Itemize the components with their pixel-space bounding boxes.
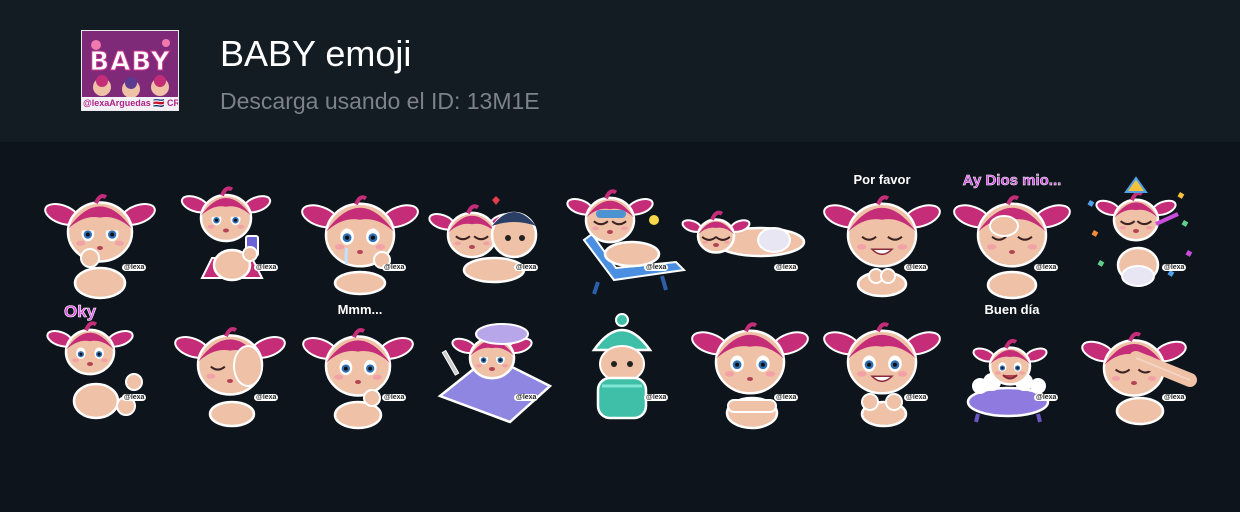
watermark-label: @lexa <box>254 394 279 401</box>
sticker-phone-tutu[interactable]: @lexa <box>172 180 292 300</box>
sticker-grin[interactable]: @lexa <box>822 310 942 430</box>
sticker-lying-down-art <box>681 210 806 258</box>
sticker-kiss-boy-art <box>428 196 538 284</box>
watermark-label: @lexa <box>904 394 929 401</box>
sticker-hand-face-art <box>174 327 286 428</box>
watermark-label: @lexa <box>774 394 799 401</box>
watermark-label: @lexa <box>644 264 669 271</box>
watermark-label: @lexa <box>1034 394 1059 401</box>
sticker-chin-thinking-art <box>44 194 156 300</box>
sticker-mmm[interactable]: Mmm... @lexa <box>300 302 420 430</box>
sticker-oky-art <box>46 321 143 420</box>
sticker-sick-bed-art <box>437 323 553 424</box>
pack-thumbnail[interactable]: BABY @lexaArguedas 🇨🇷 CR <box>81 30 179 111</box>
sticker-kiss-boy[interactable]: @lexa <box>428 180 552 300</box>
sticker-buen-dia-art <box>966 338 1050 423</box>
watermark-label: @lexa <box>254 264 279 271</box>
watermark-label: @lexa <box>382 264 407 271</box>
sticker-sick-bed[interactable]: @lexa <box>432 310 553 430</box>
thumbnail-title: BABY <box>89 47 171 78</box>
sticker-cold-winter-art <box>591 313 653 420</box>
sticker-beach-chair-art <box>566 189 687 295</box>
sticker-hand-face[interactable]: @lexa <box>172 310 292 430</box>
sticker-party-art <box>1087 176 1193 287</box>
sticker-cold-winter[interactable]: @lexa <box>562 310 682 430</box>
watermark-label: @lexa <box>514 394 539 401</box>
watermark-label: @lexa <box>382 394 407 401</box>
sticker-phone-tutu-art <box>180 186 272 282</box>
watermark-label: @lexa <box>774 264 799 271</box>
sticker-ay-dios-mio[interactable]: Ay Dios mio... @lexa <box>952 172 1072 300</box>
sticker-beach-chair[interactable]: @lexa <box>562 180 687 300</box>
sticker-arms-crossed[interactable]: @lexa <box>691 310 812 430</box>
sticker-caption: Oky <box>64 302 97 322</box>
sticker-ay-dios-mio-art <box>953 195 1071 300</box>
sticker-grin-art <box>823 322 941 428</box>
pack-id-text: Descarga usando el ID: 13M1E <box>220 88 540 114</box>
watermark-label: @lexa <box>514 264 539 271</box>
sticker-caption: Buen día <box>984 302 1040 317</box>
watermark-label: @lexa <box>1162 394 1187 401</box>
pack-title: BABY emoji <box>220 33 412 74</box>
sticker-party[interactable]: @lexa <box>1080 176 1200 300</box>
sticker-teary-eyes[interactable]: @lexa <box>300 180 420 300</box>
sticker-oky[interactable]: Oky @lexa <box>40 302 160 430</box>
sticker-arms-crossed-art <box>691 322 809 430</box>
watermark-label: @lexa <box>122 394 147 401</box>
sticker-caption: Mmm... <box>337 302 383 317</box>
watermark-label: @lexa <box>122 264 147 271</box>
sticker-mmm-art <box>302 328 414 430</box>
sticker-dab-art <box>1081 331 1197 426</box>
sticker-buen-dia[interactable]: Buen día @lexa <box>952 302 1072 430</box>
sticker-teary-eyes-art <box>301 195 419 296</box>
sticker-por-favor[interactable]: Por favor @lexa <box>822 172 942 300</box>
watermark-label: @lexa <box>1162 264 1187 271</box>
sticker-por-favor-art <box>823 195 941 298</box>
watermark-label: @lexa <box>904 264 929 271</box>
sticker-chin-thinking[interactable]: @lexa <box>40 180 160 300</box>
sticker-lying-down[interactable]: @lexa <box>681 180 812 300</box>
pack-header: BABY @lexaArguedas 🇨🇷 CR BABY emoji Desc… <box>0 0 1240 142</box>
sticker-caption: Por favor <box>853 172 911 187</box>
watermark-label: @lexa <box>644 394 669 401</box>
watermark-label: @lexa <box>1034 264 1059 271</box>
sticker-caption: Ay Dios mio... <box>962 172 1062 190</box>
thumbnail-credit: @lexaArguedas 🇨🇷 CR <box>83 98 178 108</box>
sticker-dab[interactable]: @lexa <box>1080 310 1200 430</box>
